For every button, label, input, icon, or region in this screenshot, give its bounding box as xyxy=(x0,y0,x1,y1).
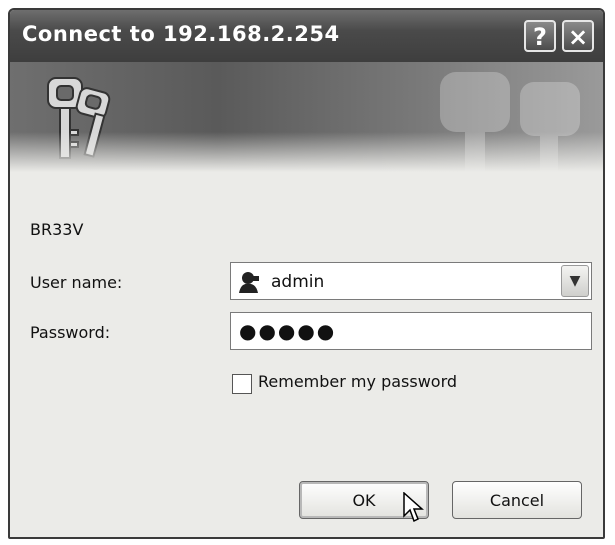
username-combobox[interactable]: admin ▼ xyxy=(230,262,592,300)
server-name: BR33V xyxy=(30,220,84,239)
window-title: Connect to 192.168.2.254 xyxy=(22,22,340,46)
password-label: Password: xyxy=(30,323,111,342)
login-dialog: Connect to 192.168.2.254 ? × BR33V User … xyxy=(8,8,605,539)
cancel-button[interactable]: Cancel xyxy=(452,481,582,519)
remember-password-label[interactable]: Remember my password xyxy=(258,372,457,391)
password-field[interactable]: ●●●●● xyxy=(230,312,592,350)
username-label: User name: xyxy=(30,273,123,292)
password-value: ●●●●● xyxy=(239,319,337,343)
user-icon xyxy=(239,272,259,293)
chevron-down-icon[interactable]: ▼ xyxy=(561,265,589,297)
remember-password-checkbox[interactable] xyxy=(232,374,252,394)
banner-fade xyxy=(10,132,603,172)
title-bar[interactable]: Connect to 192.168.2.254 ? × xyxy=(10,10,603,63)
close-button[interactable]: × xyxy=(562,20,594,52)
mouse-pointer-icon xyxy=(403,492,424,523)
username-value: admin xyxy=(271,272,325,292)
help-button[interactable]: ? xyxy=(524,20,556,52)
banner xyxy=(10,62,603,172)
